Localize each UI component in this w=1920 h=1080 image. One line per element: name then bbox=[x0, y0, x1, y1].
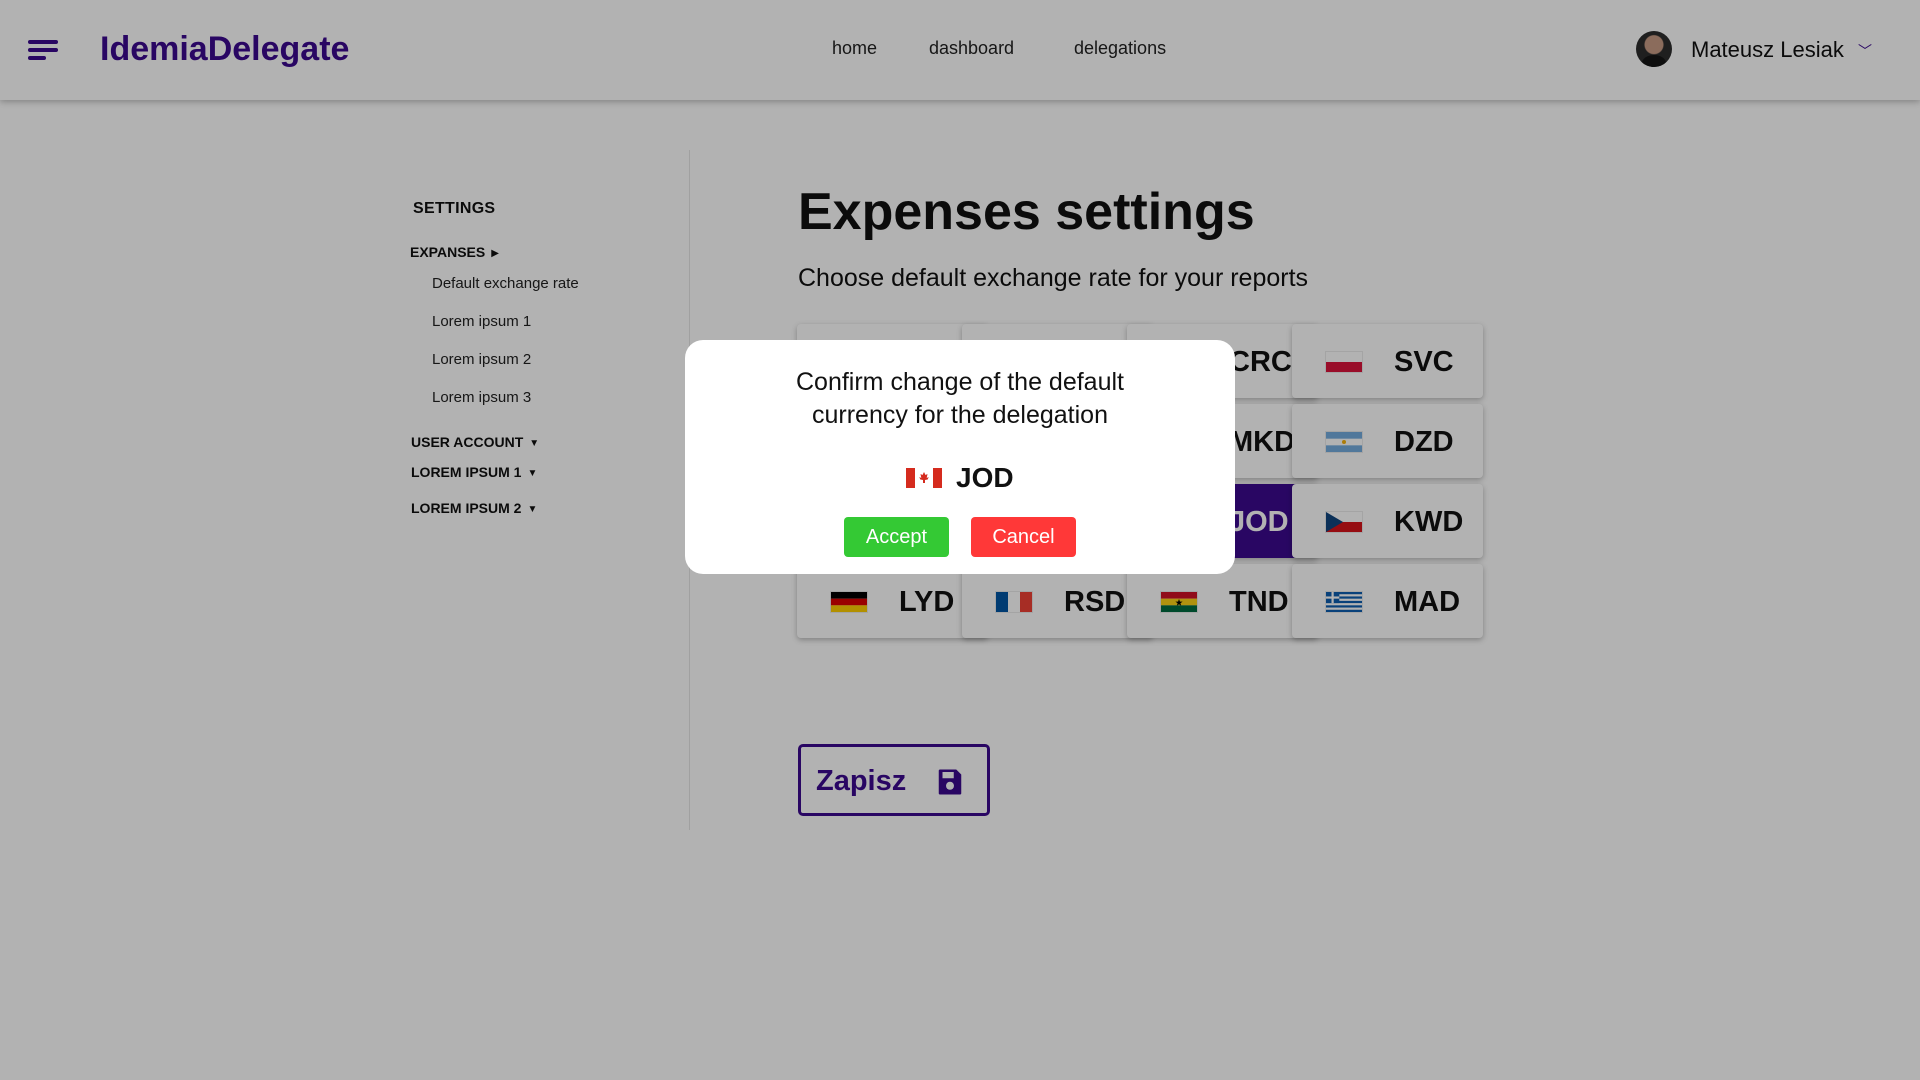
dialog-message-line-1: Confirm change of the default bbox=[796, 368, 1124, 396]
canada-flag-icon bbox=[906, 468, 942, 488]
dialog-currency: JOD bbox=[906, 460, 1026, 496]
accept-button[interactable]: Accept bbox=[844, 517, 949, 557]
dialog-message-line-2: currency for the delegation bbox=[811, 401, 1108, 429]
cancel-button[interactable]: Cancel bbox=[971, 517, 1076, 557]
confirm-currency-dialog: Confirm change of the default currency f… bbox=[685, 340, 1235, 574]
dialog-message: Confirm change of the default currency f… bbox=[685, 366, 1235, 432]
dialog-currency-code: JOD bbox=[956, 462, 1014, 493]
